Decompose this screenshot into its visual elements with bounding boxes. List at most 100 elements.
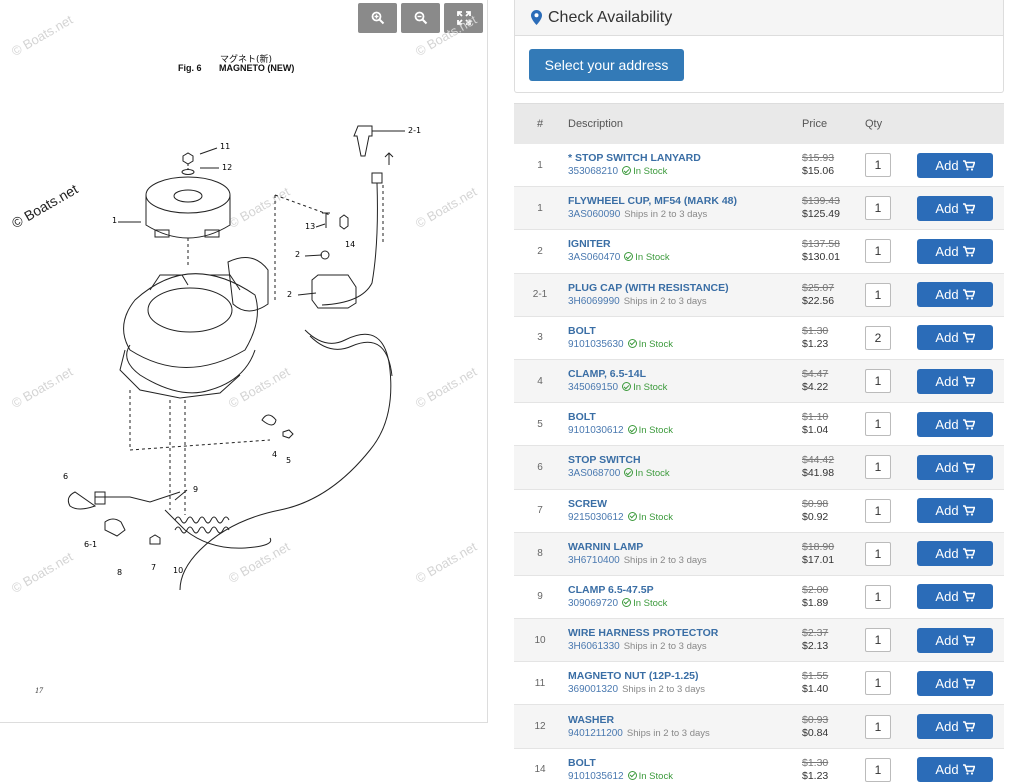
part-number-link[interactable]: 369001320 — [568, 684, 618, 695]
part-number-link[interactable]: 345069150 — [568, 382, 618, 393]
add-to-cart-button[interactable]: Add — [917, 238, 993, 264]
add-to-cart-button[interactable]: Add — [917, 454, 993, 480]
quantity-input[interactable]: 1 — [865, 541, 891, 566]
part-name-link[interactable]: CLAMP 6.5-47.5P — [568, 584, 802, 597]
row-description: BOLT 9101035630 In Stock — [566, 325, 802, 351]
table-row: 1 FLYWHEEL CUP, MF54 (MARK 48) 3AS060090… — [514, 187, 1004, 231]
list-price: $15.93 — [802, 152, 835, 165]
quantity-input[interactable]: 1 — [865, 714, 891, 739]
add-to-cart-button[interactable]: Add — [917, 757, 993, 783]
part-name-link[interactable]: FLYWHEEL CUP, MF54 (MARK 48) — [568, 195, 802, 208]
quantity-input[interactable]: 1 — [865, 455, 891, 480]
in-stock-label: In Stock — [638, 770, 673, 782]
part-name-link[interactable]: WARNIN LAMP — [568, 541, 802, 554]
callout-label: 12 — [222, 163, 233, 172]
cart-icon — [962, 203, 975, 214]
add-to-cart-button[interactable]: Add — [917, 282, 993, 308]
row-callout-number: 14 — [534, 764, 546, 776]
quantity-input[interactable]: 2 — [865, 325, 891, 350]
part-number-link[interactable]: 9101035612 — [568, 771, 624, 782]
row-price: $4.47 $4.22 — [802, 368, 865, 394]
sale-price: $15.06 — [802, 165, 835, 178]
cart-icon — [962, 418, 975, 430]
part-number-link[interactable]: 9401211200 — [568, 728, 623, 739]
callout-label: 4 — [272, 450, 278, 459]
callout-label: 2 — [295, 250, 301, 259]
part-name-link[interactable]: STOP SWITCH — [568, 454, 802, 467]
row-price: $25.07 $22.56 — [802, 282, 865, 308]
quantity-input[interactable]: 1 — [865, 498, 891, 523]
part-name-link[interactable]: CLAMP, 6.5-14L — [568, 368, 802, 381]
row-price: $0.93 $0.84 — [802, 714, 865, 740]
cart-icon — [962, 764, 975, 775]
part-number-link[interactable]: 3AS068700 — [568, 468, 620, 479]
add-to-cart-button[interactable]: Add — [917, 541, 993, 567]
row-price: $1.30 $1.23 — [802, 757, 865, 783]
row-price: $44.42 $41.98 — [802, 454, 865, 480]
add-to-cart-button[interactable]: Add — [917, 627, 993, 653]
row-description: BOLT 9101030612 In Stock — [566, 411, 802, 437]
quantity-input[interactable]: 1 — [865, 153, 891, 178]
part-name-link[interactable]: WIRE HARNESS PROTECTOR — [568, 627, 802, 640]
callout-label: 7 — [151, 563, 157, 572]
page-number: 17 — [35, 686, 43, 695]
add-to-cart-button[interactable]: Add — [917, 498, 993, 524]
add-to-cart-button[interactable]: Add — [917, 670, 993, 696]
part-number-link[interactable]: 9101030612 — [568, 425, 624, 436]
availability-header: Check Availability — [515, 0, 1003, 36]
sale-price: $0.92 — [802, 510, 829, 523]
quantity-input[interactable]: 1 — [865, 239, 891, 264]
add-label: Add — [935, 546, 959, 562]
quantity-input[interactable]: 1 — [865, 369, 891, 394]
cart-icon — [962, 375, 975, 387]
part-number-link[interactable]: 309069720 — [568, 598, 618, 609]
add-to-cart-button[interactable]: Add — [917, 714, 993, 740]
table-row: 6 STOP SWITCH 3AS068700 In Stock $44.42 $… — [514, 446, 1004, 490]
add-to-cart-button[interactable]: Add — [917, 584, 993, 610]
part-number-link[interactable]: 9101035630 — [568, 339, 624, 350]
part-name-link[interactable]: PLUG CAP (WITH RESISTANCE) — [568, 282, 802, 295]
add-to-cart-button[interactable]: Add — [917, 152, 993, 178]
part-number-link[interactable]: 3H6710400 — [568, 555, 620, 566]
quantity-input[interactable]: 1 — [865, 412, 891, 437]
part-name-link[interactable]: * STOP SWITCH LANYARD — [568, 152, 802, 165]
row-callout-number: 2 — [537, 245, 543, 257]
part-number-link[interactable]: 9215030612 — [568, 512, 624, 523]
cart-icon — [962, 289, 975, 300]
cart-icon — [962, 332, 975, 343]
row-callout-number: 2-1 — [532, 289, 548, 301]
select-address-button[interactable]: Select your address — [529, 49, 684, 81]
part-number-link[interactable]: 3H6061330 — [568, 641, 620, 652]
part-number-link[interactable]: 3AS060470 — [568, 252, 620, 263]
part-name-link[interactable]: IGNITER — [568, 238, 802, 251]
part-name-link[interactable]: BOLT — [568, 757, 802, 770]
list-price: $44.42 — [802, 454, 835, 467]
quantity-input[interactable]: 1 — [865, 671, 891, 696]
table-row: 1 * STOP SWITCH LANYARD 353068210 In Stoc… — [514, 144, 1004, 188]
part-number-link[interactable]: 3AS060090 — [568, 209, 620, 220]
add-to-cart-button[interactable]: Add — [917, 325, 993, 351]
part-name-link[interactable]: BOLT — [568, 411, 802, 424]
part-name-link[interactable]: BOLT — [568, 325, 802, 338]
add-to-cart-button[interactable]: Add — [917, 195, 993, 221]
part-name-link[interactable]: SCREW — [568, 498, 802, 511]
quantity-input[interactable]: 1 — [865, 282, 891, 307]
quantity-input[interactable]: 1 — [865, 584, 891, 609]
callout-label: 10 — [173, 566, 184, 575]
row-description: CLAMP 6.5-47.5P 309069720 In Stock — [566, 584, 802, 610]
add-to-cart-button[interactable]: Add — [917, 368, 993, 394]
row-price: $139.43 $125.49 — [802, 195, 865, 221]
part-name-link[interactable]: MAGNETO NUT (12P-1.25) — [568, 670, 802, 683]
quantity-input[interactable]: 1 — [865, 628, 891, 653]
part-number-link[interactable]: 353068210 — [568, 166, 618, 177]
parts-diagram-panel[interactable]: マグネト(新) Fig. 6 MAGNETO (NEW) © Boats.net… — [0, 0, 488, 723]
quantity-input[interactable]: 1 — [865, 757, 891, 782]
add-to-cart-button[interactable]: Add — [917, 411, 993, 437]
quantity-input[interactable]: 1 — [865, 196, 891, 221]
list-price: $18.90 — [802, 540, 835, 553]
check-circle-icon — [622, 597, 632, 607]
list-price: $139.43 — [802, 195, 840, 208]
part-name-link[interactable]: WASHER — [568, 714, 802, 727]
part-number-link[interactable]: 3H6069990 — [568, 296, 620, 307]
map-marker-icon — [531, 10, 542, 25]
